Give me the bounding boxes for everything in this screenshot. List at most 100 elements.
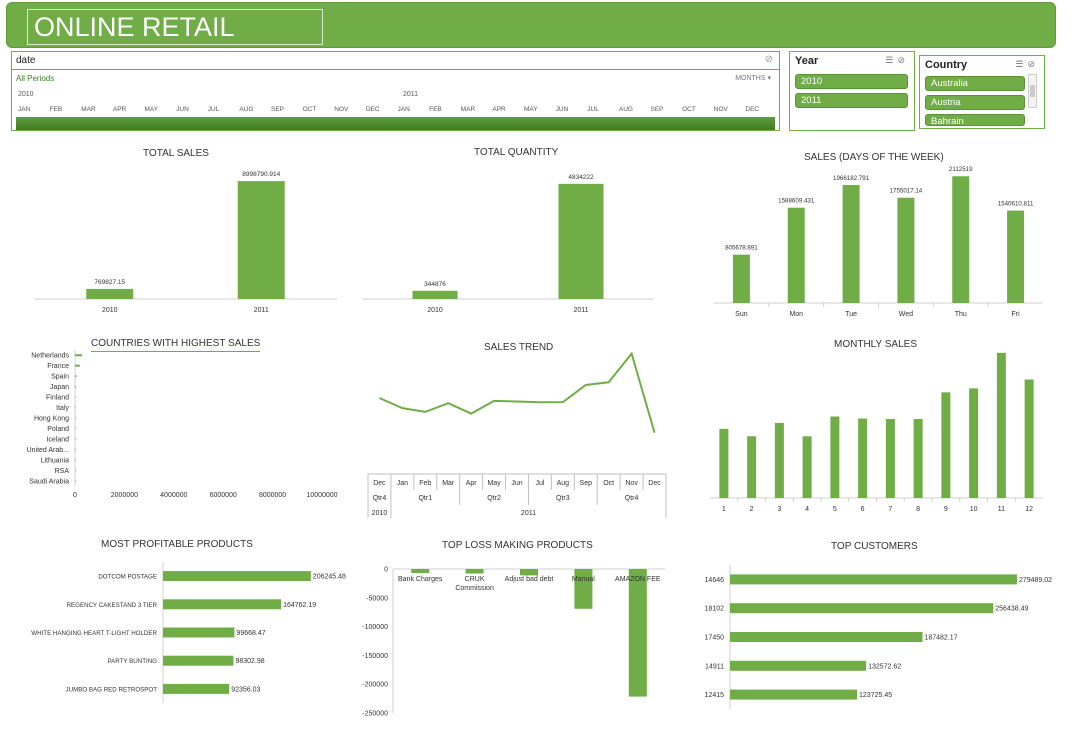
bar xyxy=(574,569,593,609)
data-label: 123725.45 xyxy=(859,692,892,699)
bar xyxy=(730,632,923,642)
tick-label: 2000000 xyxy=(111,492,138,499)
data-label: 1540610.811 xyxy=(998,201,1034,208)
tick-label: 10 xyxy=(970,506,978,513)
tick-label: REGENCY CAKESTAND 3 TIER xyxy=(67,602,158,609)
bar xyxy=(75,479,76,482)
tick-label: Sep xyxy=(580,480,593,487)
data-label: 92356.03 xyxy=(231,686,260,693)
bar xyxy=(830,416,840,498)
bar xyxy=(730,689,858,700)
bar xyxy=(75,448,76,451)
tick-label: 2010 xyxy=(372,510,388,517)
bar xyxy=(163,627,235,638)
tick-label: Qtr2 xyxy=(487,495,501,502)
tick-label: Spain xyxy=(51,374,69,381)
tick-label: Qtr1 xyxy=(418,495,432,502)
bar xyxy=(75,396,76,399)
tick-label: Italy xyxy=(56,405,69,412)
bar xyxy=(897,197,915,303)
bar xyxy=(787,207,805,303)
tick-label: Fri xyxy=(1011,311,1020,318)
tick-label: 2010 xyxy=(102,307,118,314)
data-label: 8998790.914 xyxy=(242,171,280,178)
tick-label: Qtr4 xyxy=(373,495,387,502)
bar xyxy=(411,569,430,574)
bar xyxy=(75,354,83,357)
tick-label: 5 xyxy=(833,506,837,513)
bar xyxy=(163,655,234,666)
data-label: 805678.891 xyxy=(725,245,758,252)
data-label: 164762.19 xyxy=(283,602,316,609)
bar xyxy=(941,392,951,498)
bar xyxy=(802,436,812,498)
tick-label: WHITE HANGING HEART T-LIGHT HOLDER xyxy=(31,630,157,637)
bar xyxy=(75,427,76,430)
tick-label: -100000 xyxy=(362,624,388,631)
tick-label: DOTCOM POSTAGE xyxy=(98,574,157,581)
bar xyxy=(730,603,994,614)
data-label: 187482.17 xyxy=(924,635,957,642)
tick-label: Oct xyxy=(603,480,614,487)
tick-label: Qtr4 xyxy=(625,495,639,502)
tick-label: Tue xyxy=(845,311,857,318)
tick-label: 0 xyxy=(384,567,388,574)
tick-label: 9 xyxy=(944,506,948,513)
tick-label: 8000000 xyxy=(259,492,286,499)
tick-label: 4000000 xyxy=(160,492,187,499)
data-label: 1966182.791 xyxy=(833,175,870,182)
bar xyxy=(842,185,860,303)
tick-label: Hong Kong xyxy=(34,416,69,423)
tick-label: Adjust bad debt xyxy=(505,576,554,583)
bar xyxy=(465,569,484,574)
data-label: 4834222 xyxy=(568,174,594,181)
data-label: 98302.98 xyxy=(235,658,264,665)
tick-label: 3 xyxy=(777,506,781,513)
tick-label: Bank Charges xyxy=(398,576,443,583)
tick-label: May xyxy=(487,480,501,487)
tick-label: 12415 xyxy=(705,692,725,699)
bar xyxy=(952,176,970,303)
tick-label: Japan xyxy=(50,384,69,391)
tick-label: Finland xyxy=(46,395,69,402)
tick-label: Lithuania xyxy=(41,457,70,464)
data-label: 279489.02 xyxy=(1019,577,1052,584)
data-label: 2112519 xyxy=(949,166,973,173)
bar xyxy=(858,418,868,498)
tick-label: 17450 xyxy=(705,635,725,642)
data-label: 206245.48 xyxy=(313,574,346,581)
bar xyxy=(163,683,230,694)
tick-label: Mar xyxy=(442,480,455,487)
tick-label: 8 xyxy=(916,506,920,513)
tick-label: Dec xyxy=(648,480,661,487)
bar xyxy=(885,419,895,498)
tick-label: United Arab... xyxy=(27,447,69,454)
tick-label: Dec xyxy=(373,480,386,487)
tick-label: Manual xyxy=(572,576,595,583)
data-label: 1755017.14 xyxy=(890,188,923,195)
bar xyxy=(628,569,647,697)
tick-label: PARTY BUNTING xyxy=(107,658,157,665)
bar xyxy=(75,437,76,440)
tick-label: Wed xyxy=(899,311,913,318)
tick-label: Feb xyxy=(419,480,431,487)
bar xyxy=(75,375,77,378)
bar xyxy=(520,569,538,576)
tick-label: Netherlands xyxy=(31,353,69,360)
tick-label: CRUK xyxy=(465,576,485,583)
bar xyxy=(732,254,750,303)
tick-label: Poland xyxy=(47,426,69,433)
bar xyxy=(730,660,867,671)
tick-label: -250000 xyxy=(362,711,388,718)
tick-label: AMAZON FEE xyxy=(615,576,661,583)
tick-label: Thu xyxy=(955,311,967,318)
bar xyxy=(163,571,311,582)
bar xyxy=(237,181,285,299)
tick-label: Jul xyxy=(535,480,544,487)
bar xyxy=(75,406,76,409)
tick-label: 0 xyxy=(73,492,77,499)
tick-label: 14911 xyxy=(705,663,724,670)
data-label: 1588609.431 xyxy=(778,198,815,205)
tick-label: Commission xyxy=(455,585,494,592)
bar xyxy=(913,419,923,498)
